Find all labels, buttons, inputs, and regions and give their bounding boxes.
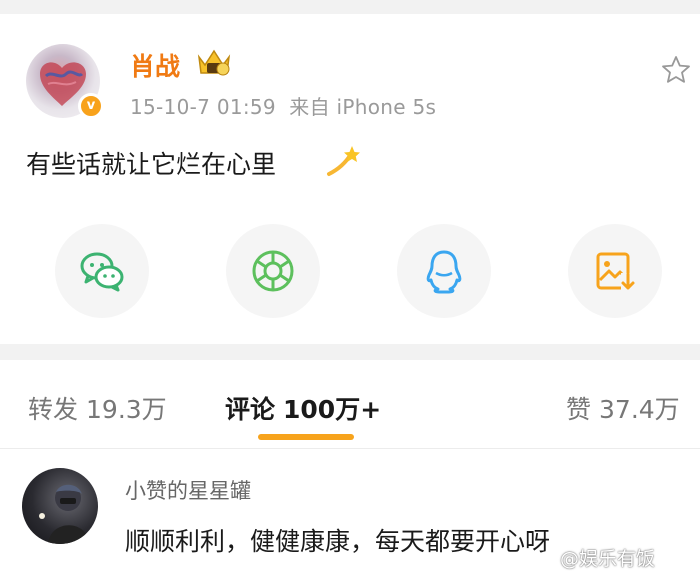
weibo-logo-icon	[537, 548, 559, 567]
qq-share-button[interactable]	[397, 224, 491, 318]
commenter-name[interactable]: 小赞的星星罐	[125, 475, 251, 505]
tab-repost-count: 19.3万	[86, 395, 167, 424]
post-source: 来自 iPhone 5s	[289, 95, 437, 119]
post-timestamp: 15-10-7 01:59	[130, 95, 276, 119]
tab-likes-label: 赞	[566, 395, 592, 424]
top-gap	[0, 0, 700, 14]
dizzy-star-icon	[327, 146, 360, 176]
moments-share-button[interactable]	[226, 224, 320, 318]
save-image-share-button[interactable]	[568, 224, 662, 318]
star-icon[interactable]	[660, 54, 692, 86]
wechat-icon	[80, 252, 124, 292]
tab-comments[interactable]: 评论 100万+	[225, 390, 381, 426]
save-image-icon	[596, 252, 635, 291]
tab-comments-label: 评论	[225, 395, 276, 424]
tab-comments-count: 100万+	[283, 395, 382, 424]
tab-likes-count: 37.4万	[599, 395, 680, 424]
watermark: @娱乐有饭	[560, 548, 656, 570]
crown-icon	[197, 49, 231, 76]
verified-badge: v	[78, 93, 104, 119]
comment-text: 顺顺利利，健健康康，每天都要开心呀	[125, 527, 551, 556]
moments-icon	[252, 250, 294, 292]
tab-repost-label: 转发	[28, 395, 79, 424]
commenter-avatar-art	[39, 484, 90, 544]
author-name[interactable]: 肖战	[130, 47, 180, 83]
tab-repost[interactable]: 转发 19.3万	[28, 390, 167, 426]
post-content: 有些话就让它烂在心里	[26, 150, 277, 179]
active-tab-indicator	[258, 434, 354, 440]
post-meta: 15-10-7 01:59 来自 iPhone 5s	[130, 91, 436, 120]
wechat-share-button[interactable]	[55, 224, 149, 318]
commenter-avatar[interactable]	[22, 468, 98, 544]
tab-likes[interactable]: 赞 37.4万	[566, 390, 680, 426]
qq-icon	[426, 250, 462, 294]
